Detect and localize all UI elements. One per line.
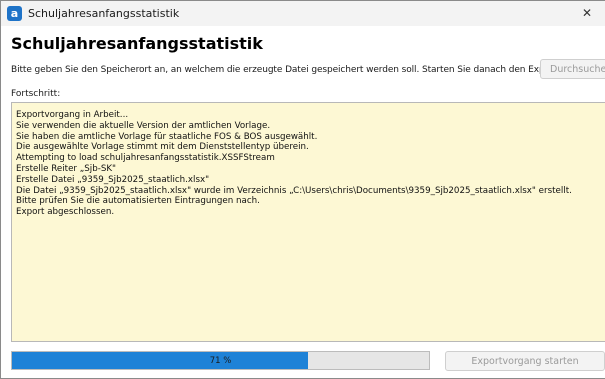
log-line: Die Datei „9359_Sjb2025_staatlich.xlsx" … — [16, 185, 572, 196]
progress-bar: 71 % — [11, 351, 430, 370]
window-title: Schuljahresanfangsstatistik — [28, 7, 180, 20]
export-log-textarea[interactable]: Exportvorgang in Arbeit... Sie verwenden… — [11, 102, 605, 342]
log-line: Exportvorgang in Arbeit... — [16, 110, 129, 120]
log-line: Sie verwenden die aktuelle Version der a… — [16, 120, 271, 131]
app-icon: a — [7, 6, 22, 21]
start-export-button[interactable]: Exportvorgang starten — [445, 351, 605, 371]
save-location-instruction: Bitte geben Sie den Speicherort an, an w… — [11, 65, 597, 75]
browse-button[interactable]: Durchsuchen... — [540, 59, 605, 79]
log-line: Erstelle Datei „9359_Sjb2025_staatlich.x… — [16, 174, 210, 185]
close-icon[interactable]: ✕ — [576, 3, 598, 23]
title-bar[interactable]: a Schuljahresanfangsstatistik ✕ — [1, 1, 605, 26]
progress-percent-text: 71 % — [209, 355, 232, 366]
progress-label: Fortschritt: — [11, 89, 61, 99]
log-line: Attempting to load schuljahresanfangssta… — [16, 153, 275, 164]
log-line: Sie haben die amtliche Vorlage für staat… — [16, 131, 318, 142]
log-line: Erstelle Reiter „Sjb-SK" — [16, 163, 117, 174]
log-line: Die ausgewählte Vorlage stimmt mit dem D… — [16, 142, 309, 153]
log-line: Export abgeschlossen. — [16, 207, 115, 218]
export-dialog-window: a Schuljahresanfangsstatistik ✕ Schuljah… — [0, 0, 605, 379]
page-title: Schuljahresanfangsstatistik — [11, 34, 263, 53]
log-line: Bitte prüfen Sie die automatisierten Ein… — [16, 196, 260, 207]
